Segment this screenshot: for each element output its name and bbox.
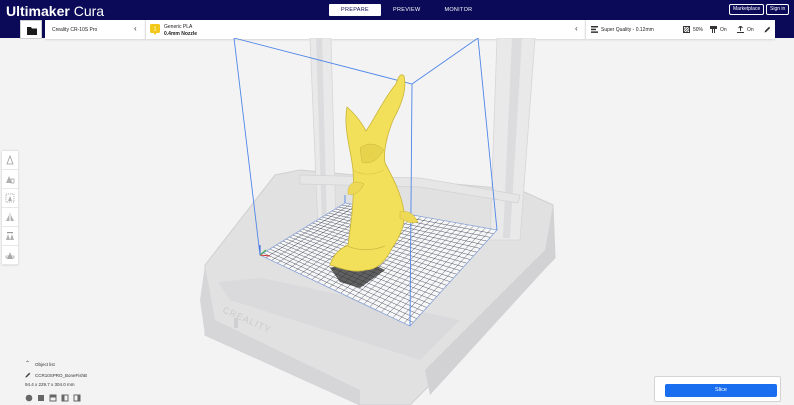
support-blocker-icon — [5, 252, 15, 259]
front-view-icon[interactable] — [37, 394, 45, 402]
marketplace-button[interactable]: Marketplace — [729, 4, 765, 15]
mirror-tool[interactable] — [2, 208, 18, 227]
slice-button[interactable]: Slice — [665, 384, 777, 397]
scale-tool[interactable] — [2, 170, 18, 189]
material-selector[interactable]: 1 Generic PLA 0.4mm Nozzle ‹ — [145, 20, 585, 39]
move-icon — [6, 155, 14, 165]
tab-monitor[interactable]: MONITOR — [432, 4, 484, 16]
pencil-icon[interactable] — [25, 372, 31, 378]
support-blocker-tool[interactable] — [2, 246, 18, 265]
per-model-settings-icon — [6, 232, 14, 240]
object-name: CCR10SPRO_BoneFishB — [35, 373, 88, 378]
rotate-icon — [5, 193, 15, 203]
extruder-icon: 1 — [150, 24, 160, 35]
move-tool[interactable] — [2, 151, 18, 170]
support-icon — [710, 26, 717, 33]
top-view-icon[interactable] — [49, 394, 57, 402]
app-logo: Ultimaker Cura — [6, 3, 105, 19]
object-list-toggle[interactable]: Object list — [35, 362, 55, 367]
chevron-up-icon[interactable]: ⌃ — [25, 360, 30, 367]
camera-view-buttons — [25, 394, 81, 402]
per-model-settings-tool[interactable] — [2, 227, 18, 246]
print-settings-selector[interactable]: Super Quality - 0.12mm 50% On On — [585, 20, 775, 39]
pencil-icon[interactable] — [764, 26, 771, 33]
right-view-icon[interactable] — [73, 394, 81, 402]
printer-selector[interactable]: Creality CR-10S Pro ‹ — [45, 20, 145, 39]
tab-prepare[interactable]: PREPARE — [329, 4, 381, 16]
stage-tabs: PREPARE PREVIEW MONITOR — [329, 4, 484, 16]
svg-text:1: 1 — [154, 27, 157, 33]
tab-preview[interactable]: PREVIEW — [381, 4, 432, 16]
scale-icon — [6, 176, 15, 184]
printer-name: Creality CR-10S Pro — [52, 27, 98, 33]
nozzle-size: 0.4mm Nozzle — [164, 31, 198, 37]
left-view-icon[interactable] — [61, 394, 69, 402]
open-file-button[interactable] — [20, 20, 42, 39]
quality-icon — [591, 26, 598, 33]
object-dimensions: 94.4 x 229.7 x 304.0 mm — [25, 382, 75, 387]
action-panel: Slice — [654, 376, 781, 402]
adhesion-icon — [737, 26, 744, 33]
mirror-icon — [6, 213, 14, 221]
material-name: Generic PLA — [164, 24, 193, 30]
chevron-left-icon: ‹ — [134, 24, 137, 33]
rotate-tool[interactable] — [2, 189, 18, 208]
infill-value: 50% — [693, 27, 704, 33]
chevron-left-icon: ‹ — [575, 24, 578, 33]
support-value: On — [720, 27, 727, 33]
3d-viewport[interactable]: CREALITY — [0, 38, 794, 405]
tool-panel — [2, 151, 18, 265]
infill-icon — [683, 26, 690, 33]
adhesion-value: On — [747, 27, 754, 33]
sign-in-button[interactable]: Sign in — [766, 4, 790, 15]
3d-view-icon[interactable] — [25, 394, 33, 402]
quality-profile: Super Quality - 0.12mm — [601, 27, 654, 33]
